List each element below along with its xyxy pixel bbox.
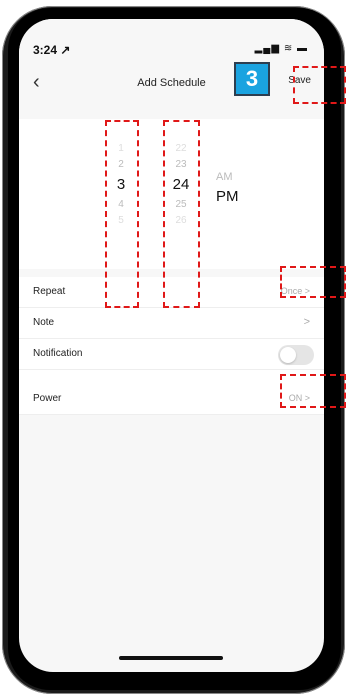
- status-bar: 3:24 ↗ ▂▄▆ ≋ ▬: [19, 19, 324, 61]
- toggle-knob: [280, 347, 296, 363]
- app-screen: 3:24 ↗ ▂▄▆ ≋ ▬ ‹ Add Schedule Save 1 2 3…: [19, 19, 324, 672]
- power-row[interactable]: Power ON >: [19, 384, 324, 415]
- highlight-repeat: [280, 266, 346, 298]
- repeat-label: Repeat: [33, 286, 66, 297]
- note-row[interactable]: Note >: [19, 308, 324, 339]
- chevron-right-icon: >: [303, 316, 310, 328]
- highlight-minute: [163, 120, 200, 308]
- notification-toggle[interactable]: [278, 345, 314, 365]
- step-badge: 3: [234, 62, 270, 96]
- power-label: Power: [33, 393, 62, 404]
- status-time: 3:24 ↗: [33, 43, 71, 57]
- notification-label: Notification: [33, 348, 83, 359]
- pm-option[interactable]: PM: [216, 187, 239, 207]
- am-option[interactable]: AM: [216, 167, 239, 187]
- home-indicator[interactable]: [119, 656, 223, 660]
- page-title: Add Schedule: [137, 77, 206, 89]
- status-icons: ▂▄▆ ≋ ▬: [254, 43, 308, 54]
- notification-row: Notification: [19, 339, 324, 370]
- highlight-power: [280, 374, 346, 408]
- highlight-hour: [105, 120, 139, 308]
- highlight-save: [293, 66, 346, 104]
- note-label: Note: [33, 317, 55, 328]
- ampm-column[interactable]: AM PM: [216, 167, 239, 207]
- nav-bar: ‹ Add Schedule Save: [19, 61, 324, 103]
